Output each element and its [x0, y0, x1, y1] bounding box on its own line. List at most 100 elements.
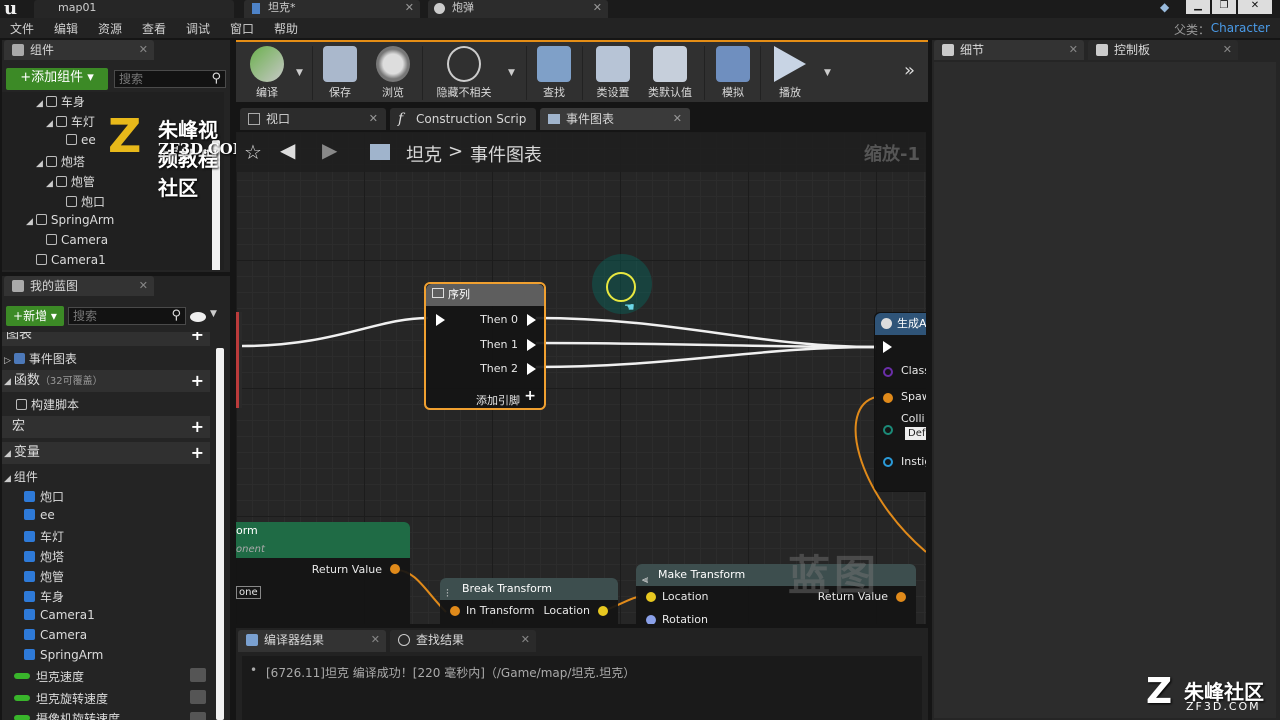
- eye-toggle-icon[interactable]: [190, 712, 206, 720]
- forward-arrow-icon[interactable]: ▶: [322, 138, 337, 162]
- exec-in-pin[interactable]: [436, 314, 445, 326]
- tab-compiler-results[interactable]: 编译器结果 ✕: [238, 630, 386, 652]
- minimize-button[interactable]: ▁: [1186, 0, 1210, 14]
- close-icon[interactable]: ✕: [405, 0, 414, 16]
- breadcrumb-root[interactable]: 坦克: [406, 141, 442, 167]
- close-window-button[interactable]: ✕: [1238, 0, 1272, 14]
- tab-construction-script[interactable]: f Construction Scrip: [390, 108, 536, 130]
- class-defaults-button[interactable]: 类默认值: [642, 42, 698, 102]
- tree-item[interactable]: ◢ 车身: [36, 93, 85, 110]
- spawn-transform-pin[interactable]: [883, 393, 893, 403]
- save-button[interactable]: 保存: [318, 42, 362, 102]
- tab-palette[interactable]: 控制板 ✕: [1088, 40, 1238, 60]
- tree-item[interactable]: ◢ SpringArm: [26, 213, 114, 227]
- menu-file[interactable]: 文件: [10, 20, 34, 37]
- find-button[interactable]: 查找: [532, 42, 576, 102]
- close-icon[interactable]: ✕: [521, 630, 530, 650]
- search-icon[interactable]: ⚲: [171, 308, 181, 324]
- close-icon[interactable]: ✕: [371, 630, 380, 650]
- variable-item[interactable]: 坦克旋转速度: [14, 690, 108, 707]
- variable-item[interactable]: Camera: [24, 628, 87, 642]
- variable-item[interactable]: 车灯: [24, 528, 64, 545]
- menu-edit[interactable]: 编辑: [54, 20, 78, 37]
- add-pin-icon[interactable]: +: [524, 388, 536, 404]
- location-out-pin[interactable]: [598, 606, 608, 616]
- variable-item[interactable]: 炮塔: [24, 548, 64, 565]
- collision-dropdown[interactable]: Def: [905, 427, 926, 440]
- menu-help[interactable]: 帮助: [274, 20, 298, 37]
- add-macro-icon[interactable]: +: [191, 416, 204, 438]
- tree-item-event-graph[interactable]: ▷ 事件图表: [4, 350, 77, 367]
- add-component-button[interactable]: +添加组件 ▾: [6, 68, 108, 90]
- search-icon[interactable]: ⚲: [211, 71, 221, 87]
- variable-item[interactable]: ee: [24, 508, 55, 522]
- class-pin[interactable]: [883, 367, 893, 377]
- chevron-down-icon[interactable]: ▼: [210, 309, 217, 319]
- tree-item[interactable]: ◢ 炮管: [46, 173, 95, 190]
- tab-find-results[interactable]: 查找结果 ✕: [390, 630, 536, 652]
- add-pin-label[interactable]: 添加引脚: [476, 392, 520, 408]
- rotation-in-pin[interactable]: [646, 615, 656, 624]
- back-arrow-icon[interactable]: ◀: [280, 138, 295, 162]
- close-icon[interactable]: ✕: [673, 108, 682, 130]
- doc-tab-tank[interactable]: 坦克* ✕: [244, 0, 420, 18]
- variable-item[interactable]: 炮口: [24, 488, 64, 505]
- break-transform-node[interactable]: ⫶ Break Transform In Transform Location: [440, 578, 618, 624]
- tree-item-construction-script[interactable]: 构建脚本: [16, 396, 79, 413]
- variable-item[interactable]: 坦克速度: [14, 668, 84, 685]
- sequence-node[interactable]: 序列 Then 0 Then 1 Then 2 添加引脚 +: [424, 282, 546, 410]
- browse-button[interactable]: 浏览: [370, 42, 416, 102]
- tree-item[interactable]: ◢ 车灯: [46, 113, 95, 130]
- add-graph-icon[interactable]: +: [191, 332, 204, 346]
- eye-toggle-icon[interactable]: [190, 668, 206, 682]
- functions-section[interactable]: ◢ 函数（32可覆盖） +: [2, 370, 210, 392]
- collision-pin[interactable]: [883, 425, 893, 435]
- graphs-section[interactable]: 图表 +: [2, 332, 210, 346]
- close-icon[interactable]: ✕: [1069, 40, 1078, 60]
- location-in-pin[interactable]: [646, 592, 656, 602]
- make-return-value-pin[interactable]: [896, 592, 906, 602]
- new-button[interactable]: +新增 ▾: [6, 306, 64, 326]
- toolbar-overflow-icon[interactable]: »: [904, 60, 915, 81]
- get-transform-node[interactable]: orm onent Return Value one: [236, 522, 410, 624]
- instigator-pin[interactable]: [883, 457, 893, 467]
- variable-item[interactable]: 炮管: [24, 568, 64, 585]
- add-function-icon[interactable]: +: [191, 370, 204, 392]
- close-icon[interactable]: ✕: [139, 40, 148, 60]
- parent-class-link[interactable]: Character: [1211, 21, 1270, 35]
- blueprint-scrollbar[interactable]: [216, 348, 224, 720]
- in-transform-pin[interactable]: [450, 606, 460, 616]
- tab-viewport[interactable]: 视口 ✕: [240, 108, 386, 130]
- target-none-field[interactable]: one: [236, 586, 261, 599]
- variable-item[interactable]: Camera1: [24, 608, 95, 622]
- spawn-actor-node[interactable]: 生成A Class Spaw Colli Def Instig: [874, 312, 926, 492]
- class-settings-button[interactable]: 类设置: [588, 42, 638, 102]
- menu-view[interactable]: 查看: [142, 20, 166, 37]
- hide-unrelated-button[interactable]: 隐藏不相关: [428, 42, 500, 102]
- tree-item[interactable]: Camera: [46, 233, 108, 247]
- close-icon[interactable]: ✕: [369, 108, 378, 130]
- components-search-input[interactable]: 搜索 ⚲: [114, 70, 226, 88]
- tree-item[interactable]: 炮口: [66, 193, 105, 210]
- chevron-down-icon[interactable]: ▼: [296, 68, 303, 78]
- menu-asset[interactable]: 资源: [98, 20, 122, 37]
- star-icon[interactable]: ☆: [244, 140, 262, 164]
- close-icon[interactable]: ✕: [139, 276, 148, 296]
- then0-pin[interactable]: [527, 314, 536, 326]
- tab-details[interactable]: 细节 ✕: [934, 40, 1084, 60]
- return-value-pin[interactable]: [390, 564, 400, 574]
- tab-event-graph[interactable]: 事件图表 ✕: [540, 108, 690, 130]
- menu-window[interactable]: 窗口: [230, 20, 254, 37]
- tree-item[interactable]: Camera1: [36, 253, 106, 267]
- components-category[interactable]: ◢ 组件: [4, 468, 38, 485]
- tab-components[interactable]: 组件 ✕: [4, 40, 154, 60]
- close-icon[interactable]: ✕: [1223, 40, 1232, 60]
- variable-item[interactable]: 摄像机旋转速度: [14, 710, 120, 720]
- tree-item[interactable]: ee: [66, 133, 96, 147]
- tab-my-blueprint[interactable]: 我的蓝图 ✕: [4, 276, 154, 296]
- variables-section[interactable]: ◢ 变量 +: [2, 442, 210, 464]
- menu-debug[interactable]: 调试: [186, 20, 210, 37]
- add-variable-icon[interactable]: +: [191, 442, 204, 464]
- macros-section[interactable]: 宏 +: [2, 416, 210, 438]
- eye-icon[interactable]: [190, 312, 206, 322]
